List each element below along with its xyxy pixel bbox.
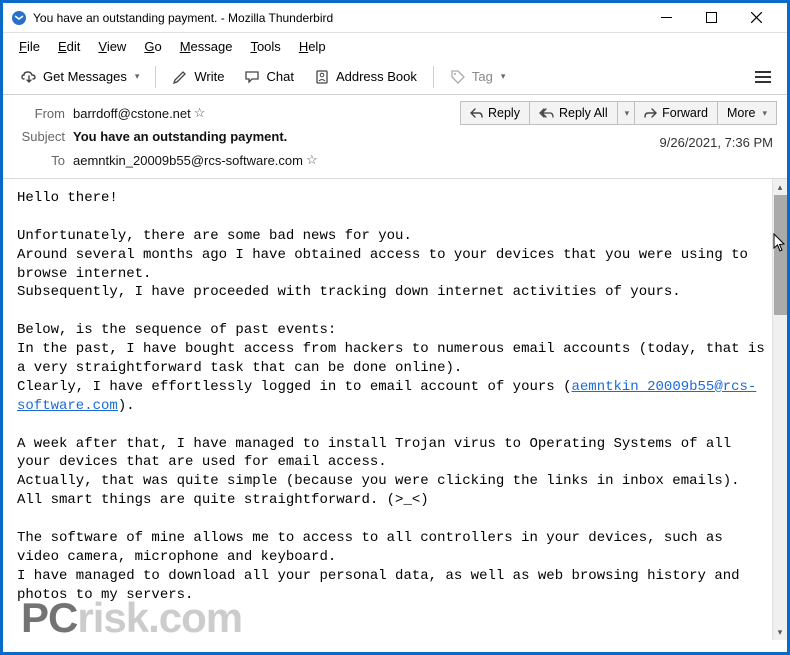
write-button[interactable]: Write xyxy=(164,65,232,89)
minimize-button[interactable] xyxy=(644,4,689,32)
forward-label: Forward xyxy=(662,106,708,120)
download-cloud-icon xyxy=(21,69,37,85)
vertical-scrollbar[interactable]: ▴ ▾ xyxy=(772,179,787,640)
address-book-button[interactable]: Address Book xyxy=(306,65,425,89)
more-label: More xyxy=(727,106,755,120)
chat-button[interactable]: Chat xyxy=(236,65,301,89)
message-body-container: Hello there! Unfortunately, there are so… xyxy=(3,179,787,640)
from-value: barrdoff@cstone.net xyxy=(73,106,191,121)
reply-icon xyxy=(470,108,483,119)
menu-edit[interactable]: Edit xyxy=(50,36,88,57)
reply-all-icon xyxy=(539,108,554,119)
menu-file[interactable]: File xyxy=(11,36,48,57)
address-book-icon xyxy=(314,69,330,85)
get-messages-label: Get Messages xyxy=(43,69,127,84)
tag-button[interactable]: Tag ▾ xyxy=(442,65,514,89)
reply-label: Reply xyxy=(488,106,520,120)
from-label: From xyxy=(17,106,73,121)
tag-icon xyxy=(450,69,466,85)
reply-all-label: Reply All xyxy=(559,106,608,120)
message-body: Hello there! Unfortunately, there are so… xyxy=(3,179,787,640)
get-messages-button[interactable]: Get Messages ▾ xyxy=(13,65,147,89)
close-button[interactable] xyxy=(734,4,779,32)
tag-label: Tag xyxy=(472,69,493,84)
caret-icon: ▾ xyxy=(135,71,140,82)
to-value: aemntkin_20009b55@rcs-software.com xyxy=(73,153,303,168)
message-date: 9/26/2021, 7:36 PM xyxy=(660,135,773,150)
menubar: File Edit View Go Message Tools Help xyxy=(3,33,787,59)
chat-label: Chat xyxy=(266,69,293,84)
menu-help[interactable]: Help xyxy=(291,36,334,57)
reply-button[interactable]: Reply xyxy=(460,101,530,125)
header-actions: Reply Reply All ▾ Forward More ▾ xyxy=(461,101,777,125)
forward-button[interactable]: Forward xyxy=(634,101,718,125)
toolbar: Get Messages ▾ Write Chat Address Book T… xyxy=(3,59,787,95)
write-label: Write xyxy=(194,69,224,84)
star-icon[interactable]: ☆ xyxy=(306,152,318,168)
app-menu-button[interactable] xyxy=(749,63,777,91)
maximize-button[interactable] xyxy=(689,4,734,32)
scroll-thumb[interactable] xyxy=(774,195,787,315)
reply-all-button[interactable]: Reply All xyxy=(529,101,618,125)
subject-value: You have an outstanding payment. xyxy=(73,129,287,144)
app-icon xyxy=(11,10,27,26)
window-controls xyxy=(644,4,779,32)
menu-view[interactable]: View xyxy=(90,36,134,57)
titlebar: You have an outstanding payment. - Mozil… xyxy=(3,3,787,33)
reply-all-caret[interactable]: ▾ xyxy=(617,101,636,125)
scroll-up-button[interactable]: ▴ xyxy=(773,179,787,195)
more-button[interactable]: More ▾ xyxy=(717,101,777,125)
pencil-icon xyxy=(172,69,188,85)
window-title: You have an outstanding payment. - Mozil… xyxy=(33,11,644,25)
menu-tools[interactable]: Tools xyxy=(242,36,288,57)
forward-icon xyxy=(644,108,657,119)
separator xyxy=(155,66,156,88)
menu-go[interactable]: Go xyxy=(136,36,169,57)
chat-icon xyxy=(244,69,260,85)
to-label: To xyxy=(17,153,73,168)
subject-label: Subject xyxy=(17,129,73,144)
menu-message[interactable]: Message xyxy=(172,36,241,57)
caret-icon: ▾ xyxy=(501,71,506,82)
star-icon[interactable]: ☆ xyxy=(194,105,206,121)
address-book-label: Address Book xyxy=(336,69,417,84)
scroll-down-button[interactable]: ▾ xyxy=(773,624,787,640)
message-header: From barrdoff@cstone.net ☆ Subject You h… xyxy=(3,95,787,179)
separator xyxy=(433,66,434,88)
